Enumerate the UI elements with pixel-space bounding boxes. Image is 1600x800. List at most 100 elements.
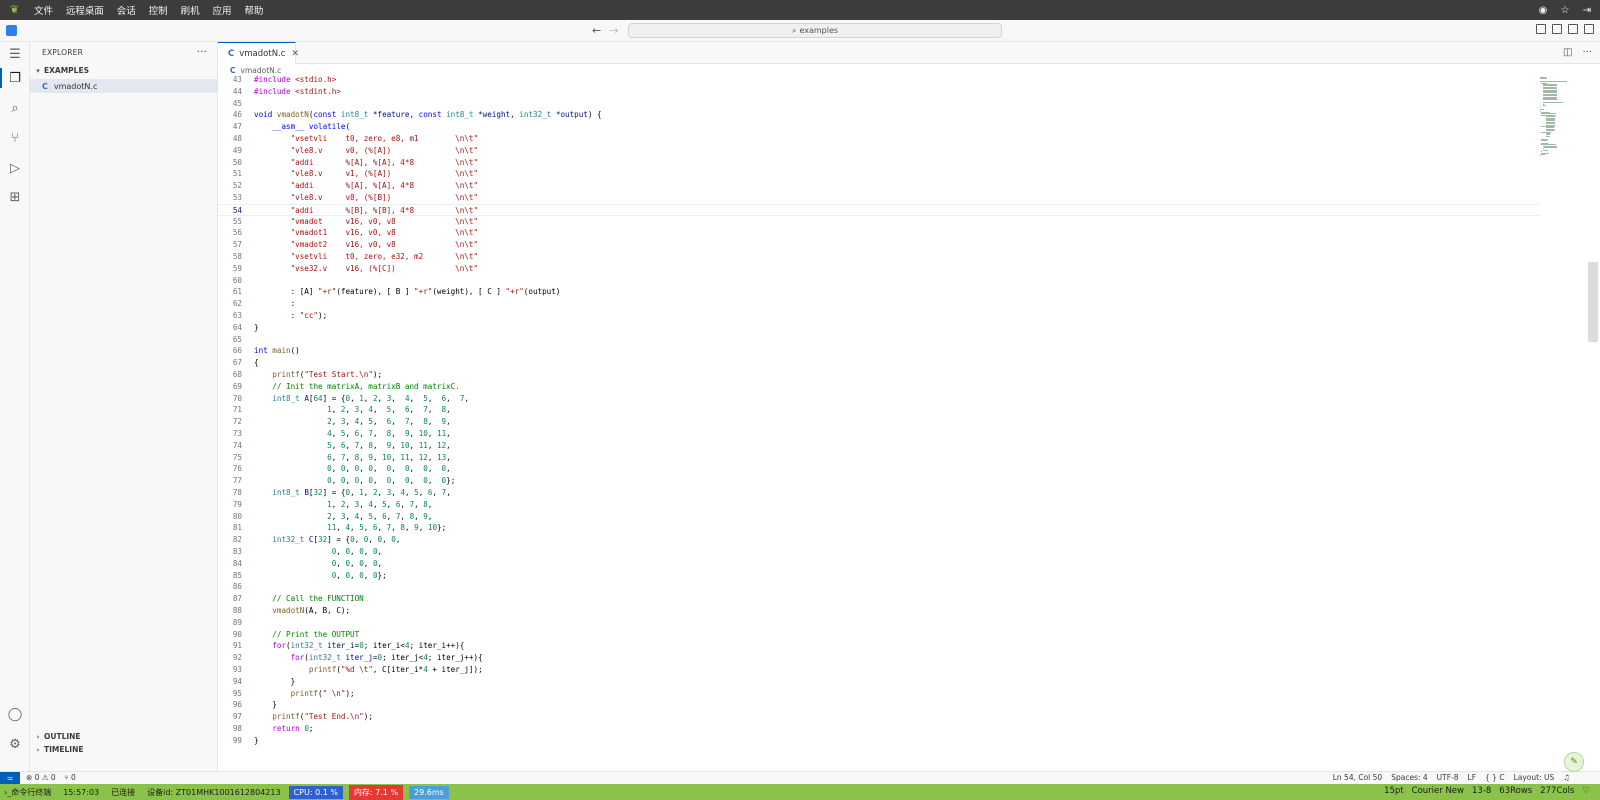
code-line[interactable]: 97 printf("Test End.\n"); <box>218 711 1540 723</box>
clipboard-icon[interactable]: ♡ <box>1582 786 1590 796</box>
close-icon[interactable]: ✕ <box>291 49 299 59</box>
code-line[interactable]: 83 0, 0, 0, 0, <box>218 546 1540 558</box>
code-line[interactable]: 84 0, 0, 0, 0, <box>218 558 1540 570</box>
code-line[interactable]: 54 "addi %[B], %[B], 4*8 \n\t" <box>218 203 1540 216</box>
code-line[interactable]: 43 #include <stdio.h> <box>218 74 1540 86</box>
code-line[interactable]: 52 "addi %[A], %[A], 4*8 \n\t" <box>218 180 1540 192</box>
code-line[interactable]: 77 0, 0, 0, 0, 0, 0, 0, 0}; <box>218 475 1540 487</box>
font-name[interactable]: Courier New <box>1412 786 1464 796</box>
code-line[interactable]: 76 0, 0, 0, 0, 0, 0, 0, 0, <box>218 463 1540 475</box>
code-line[interactable]: 71 1, 2, 3, 4, 5, 6, 7, 8, <box>218 404 1540 416</box>
menu-apps[interactable]: 应用 <box>212 3 231 17</box>
code-line[interactable]: 45 <box>218 98 1540 110</box>
code-line[interactable]: 48 "vsetvli t0, zero, e8, m1 \n\t" <box>218 133 1540 145</box>
terminal-label[interactable]: ›_命令行终端 <box>4 787 51 798</box>
remote-indicator-icon[interactable]: ≍ <box>0 772 20 784</box>
tab-vmadotn[interactable]: C vmadotN.c ✕ <box>218 42 299 64</box>
minimap[interactable] <box>1540 77 1580 761</box>
code-line[interactable]: 72 2, 3, 4, 5, 6, 7, 8, 9, <box>218 416 1540 428</box>
code-line[interactable]: 58 "vsetvli t0, zero, e32, m2 \n\t" <box>218 251 1540 263</box>
keyboard-layout[interactable]: Layout: US <box>1514 773 1555 782</box>
font-size[interactable]: 15pt <box>1384 786 1404 796</box>
code-line[interactable]: 46 void vmadotN(const int8_t *feature, co… <box>218 109 1540 121</box>
cursor-position[interactable]: Ln 54, Col 50 <box>1333 773 1382 782</box>
code-line[interactable]: 64} <box>218 322 1540 334</box>
more-actions-icon[interactable]: ··· <box>1582 47 1592 58</box>
problems-indicator[interactable]: ⊗ 0 ⚠ 0 ⑂ 0 <box>26 773 76 782</box>
code-line[interactable]: 68 printf("Test Start.\n"); <box>218 369 1540 381</box>
code-line[interactable]: 80 2, 3, 4, 5, 6, 7, 8, 9, <box>218 511 1540 523</box>
language-mode[interactable]: { } C <box>1485 773 1505 782</box>
code-line[interactable]: 44 #include <stdint.h> <box>218 86 1540 98</box>
code-line[interactable]: 62 : <box>218 298 1540 310</box>
code-line[interactable]: 60 <box>218 275 1540 287</box>
more-actions-icon[interactable]: ··· <box>197 45 208 58</box>
file-item-vmadotn[interactable]: C vmadotN.c <box>30 79 217 93</box>
code-line[interactable]: 59 "vse32.v v16, (%[C]) \n\t" <box>218 263 1540 275</box>
code-line[interactable]: 75 6, 7, 8, 9, 10, 11, 12, 13, <box>218 452 1540 464</box>
forward-arrow-icon[interactable]: → <box>609 24 618 37</box>
code-line[interactable]: 91 for(int32_t iter_i=0; iter_i<4; iter_… <box>218 640 1540 652</box>
customize-layout-icon[interactable] <box>1536 24 1546 34</box>
toggle-panel-icon[interactable] <box>1568 24 1578 34</box>
code-line[interactable]: 55 "vmadot v16, v0, v8 \n\t" <box>218 216 1540 228</box>
star-icon[interactable]: ☆ <box>1558 3 1572 17</box>
back-arrow-icon[interactable]: ← <box>592 24 601 37</box>
code-line[interactable]: 95 printf(" \n"); <box>218 688 1540 700</box>
code-line[interactable]: 93 printf("%d \t", C[iter_i*4 + iter_j])… <box>218 664 1540 676</box>
toggle-secondary-sidebar-icon[interactable] <box>1584 24 1594 34</box>
code-line[interactable]: 78 int8_t B[32] = {0, 1, 2, 3, 4, 5, 6, … <box>218 487 1540 499</box>
code-line[interactable]: 92 for(int32_t iter_j=0; iter_j<4; iter_… <box>218 652 1540 664</box>
account-icon[interactable]: ◯ <box>5 704 25 724</box>
search-icon[interactable]: ⌕ <box>5 98 25 118</box>
code-line[interactable]: 50 "addi %[A], %[A], 4*8 \n\t" <box>218 157 1540 169</box>
code-line[interactable]: 99} <box>218 735 1540 747</box>
code-line[interactable]: 63 : "cc"); <box>218 310 1540 322</box>
code-line[interactable]: 74 5, 6, 7, 8, 9, 10, 11, 12, <box>218 440 1540 452</box>
code-line[interactable]: 69 // Init the matrixA, matrixB and matr… <box>218 381 1540 393</box>
code-line[interactable]: 96 } <box>218 699 1540 711</box>
exit-icon[interactable]: ⇥ <box>1580 3 1594 17</box>
notifications-icon[interactable]: ♫ <box>1563 773 1570 782</box>
avatar-icon[interactable]: ◉ <box>1536 3 1550 17</box>
split-editor-icon[interactable]: ◫ <box>1563 47 1572 58</box>
menu-remote-desktop[interactable]: 远程桌面 <box>66 3 104 17</box>
code-line[interactable]: 51 "vle8.v v1, (%[A]) \n\t" <box>218 168 1540 180</box>
code-line[interactable]: 79 1, 2, 3, 4, 5, 6, 7, 8, <box>218 499 1540 511</box>
code-line[interactable]: 61 : [A] "+r"(feature), [ B ] "+r"(weigh… <box>218 286 1540 298</box>
code-line[interactable]: 90 // Print the OUTPUT <box>218 629 1540 641</box>
code-line[interactable]: 56 "vmadot1 v16, v0, v8 \n\t" <box>218 227 1540 239</box>
code-editor[interactable]: 43 #include <stdio.h> 44 #include <stdint.h… <box>218 74 1540 761</box>
source-control-icon[interactable]: ⑂ <box>5 128 25 148</box>
menu-control[interactable]: 控制 <box>149 3 168 17</box>
timeline-section[interactable]: › TIMELINE <box>30 743 218 756</box>
code-line[interactable]: 88 vmadotN(A, B, C); <box>218 605 1540 617</box>
run-debug-icon[interactable]: ▷ <box>5 158 25 178</box>
code-line[interactable]: 47 __asm__ volatile( <box>218 121 1540 133</box>
explorer-icon[interactable]: ❐ <box>0 68 25 88</box>
code-line[interactable]: 65 <box>218 334 1540 346</box>
code-line[interactable]: 87 // Call the FUNCTION <box>218 593 1540 605</box>
chat-float-icon[interactable]: ✎ <box>1564 752 1584 772</box>
toggle-sidebar-icon[interactable] <box>1552 24 1562 34</box>
code-line[interactable]: 94 } <box>218 676 1540 688</box>
menu-session[interactable]: 会话 <box>117 3 136 17</box>
code-line[interactable]: 85 0, 0, 0, 0}; <box>218 570 1540 582</box>
vertical-scrollbar[interactable] <box>1588 262 1598 342</box>
eol[interactable]: LF <box>1468 773 1477 782</box>
code-line[interactable]: 57 "vmadot2 v16, v0, v8 \n\t" <box>218 239 1540 251</box>
settings-gear-icon[interactable]: ⚙ <box>5 734 25 754</box>
outline-section[interactable]: › OUTLINE <box>30 730 218 743</box>
menu-file[interactable]: 文件 <box>34 3 53 17</box>
menu-flash[interactable]: 刷机 <box>181 3 200 17</box>
code-line[interactable]: 70 int8_t A[64] = {0, 1, 2, 3, 4, 5, 6, … <box>218 393 1540 405</box>
indentation[interactable]: Spaces: 4 <box>1391 773 1427 782</box>
code-line[interactable]: 98 return 0; <box>218 723 1540 735</box>
command-center-search[interactable]: ⌕ examples <box>628 23 1002 38</box>
code-line[interactable]: 86 <box>218 581 1540 593</box>
code-line[interactable]: 89 <box>218 617 1540 629</box>
folder-section-examples[interactable]: ▾ EXAMPLES <box>30 64 218 77</box>
code-line[interactable]: 82 int32_t C[32] = {0, 0, 0, 0, <box>218 534 1540 546</box>
code-line[interactable]: 49 "vle8.v v0, (%[A]) \n\t" <box>218 145 1540 157</box>
code-line[interactable]: 73 4, 5, 6, 7, 8, 9, 10, 11, <box>218 428 1540 440</box>
